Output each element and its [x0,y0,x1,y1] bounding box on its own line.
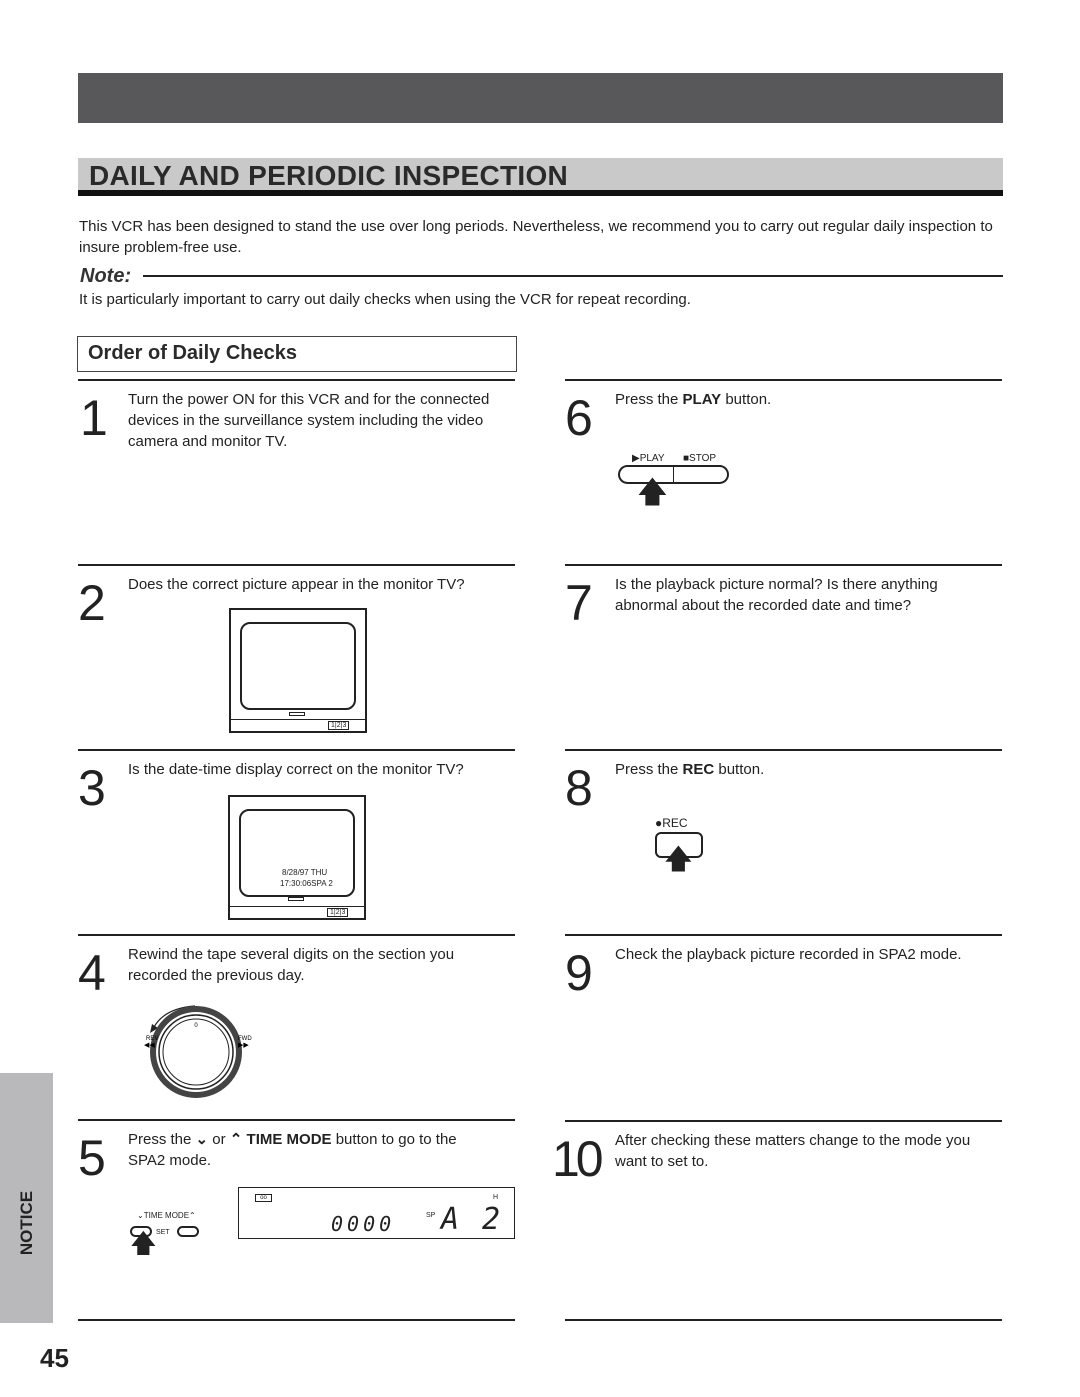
step-number: 2 [78,575,106,631]
divider [78,564,515,566]
side-tab: NOTICE [0,1073,53,1323]
rec-label: ●REC [655,816,688,830]
step-text-part: button. [714,761,765,778]
step-text-bold: TIME MODE [246,1131,332,1148]
divider [78,934,515,936]
step-text: Press the PLAY button. [615,389,1005,410]
cassette-icon: oo [255,1194,272,1202]
divider [565,1319,1002,1321]
page-title: DAILY AND PERIODIC INSPECTION [89,160,569,191]
title-bar: DAILY AND PERIODIC INSPECTION [78,158,1003,196]
header-bar [78,73,1003,123]
monitor-tv-illustration: 1|2|3 [229,608,367,733]
press-arrow-icon: 🡅 [637,476,668,509]
up-chevron-icon: ⌃ [229,1131,247,1148]
set-label: SET [156,1229,170,1236]
display-mode: A [441,1202,460,1237]
tv-channel-buttons: 1|2|3 [327,908,349,917]
press-arrow-icon: 🡅 [664,843,693,874]
step-text: Does the correct picture appear in the m… [128,576,465,593]
step-text: Is the date-time display correct on the … [128,761,464,778]
side-tab-label: NOTICE [17,1190,36,1256]
divider [565,934,1002,936]
section-title: Order of Daily Checks [77,336,517,372]
display-digit: 2 [482,1202,501,1237]
display-h: H [493,1194,499,1201]
step-number: 1 [80,390,108,446]
step-text-part: Press the [615,391,683,408]
time-mode-up-button[interactable] [177,1226,199,1237]
note-text: It is particularly important to carry ou… [79,291,691,308]
divider [565,379,1002,381]
step-number: 4 [78,945,106,1001]
step-number: 6 [565,390,593,446]
step-text-part: or [208,1131,230,1148]
stop-label: ■STOP [683,453,717,464]
tv-panel [231,719,365,720]
stop-button[interactable] [673,465,729,484]
step-text-part: button. [721,391,772,408]
divider [78,1319,515,1321]
intro-text: This VCR has been designed to stand the … [79,218,993,256]
divider [78,749,515,751]
step-number: 9 [565,945,593,1001]
step-number: 5 [78,1130,106,1186]
vcr-display-illustration: oo H 0000 SP A 2 [238,1187,515,1239]
display-counter: 0000 [331,1212,396,1236]
step-text-bold: PLAY [682,391,722,408]
svg-text:▶▶: ▶▶ [238,1042,249,1049]
step-text: Rewind the tape several digits on the se… [128,946,455,984]
divider [78,379,515,381]
step-text-bold: REC [682,761,715,778]
osd-date: 8/28/97 THU [282,868,328,877]
tv-panel [230,906,364,907]
time-mode-label: ⌄TIME MODE⌃ [137,1211,196,1220]
step-text: Is the playback picture normal? Is there… [615,576,938,614]
step-text: Press the ⌄ or ⌃ TIME MODE button to go … [128,1129,498,1171]
osd-time: 17:30:06SPA 2 [280,879,333,888]
step-text: Press the REC button. [615,759,1005,780]
note-rule [143,275,1003,277]
step-text: Check the playback picture recorded in S… [615,946,962,963]
note-label: Note: [80,265,132,287]
divider [565,564,1002,566]
divider [78,1119,515,1121]
divider [565,749,1002,751]
dial-mark: 0 [194,1023,198,1029]
svg-text:◀◀: ◀◀ [144,1042,155,1049]
tv-channel-buttons: 1|2|3 [328,721,350,730]
tv-screen [240,622,356,710]
step-text: After checking these matters change to t… [615,1132,971,1170]
play-label: ▶PLAY [632,453,665,464]
down-chevron-icon: ⌄ [195,1131,209,1148]
display-sp: SP [426,1212,436,1219]
step-text-part: Press the [615,761,683,778]
monitor-tv-illustration: 8/28/97 THU 17:30:06SPA 2 1|2|3 [228,795,366,920]
page-number: 45 [40,1343,69,1373]
tv-sensor [289,712,305,716]
step-number: 3 [78,760,106,816]
step-text-part: Press the [128,1131,196,1148]
press-arrow-icon: 🡅 [130,1228,157,1258]
step-number: 7 [565,575,593,631]
step-text: Turn the power ON for this VCR and for t… [128,391,490,450]
step-number: 10 [552,1131,604,1187]
step-number: 8 [565,760,593,816]
jog-dial-illustration: 0 REV FWD ◀◀ ▶▶ [144,1005,252,1098]
tv-sensor [288,897,304,901]
divider [565,1120,1002,1122]
